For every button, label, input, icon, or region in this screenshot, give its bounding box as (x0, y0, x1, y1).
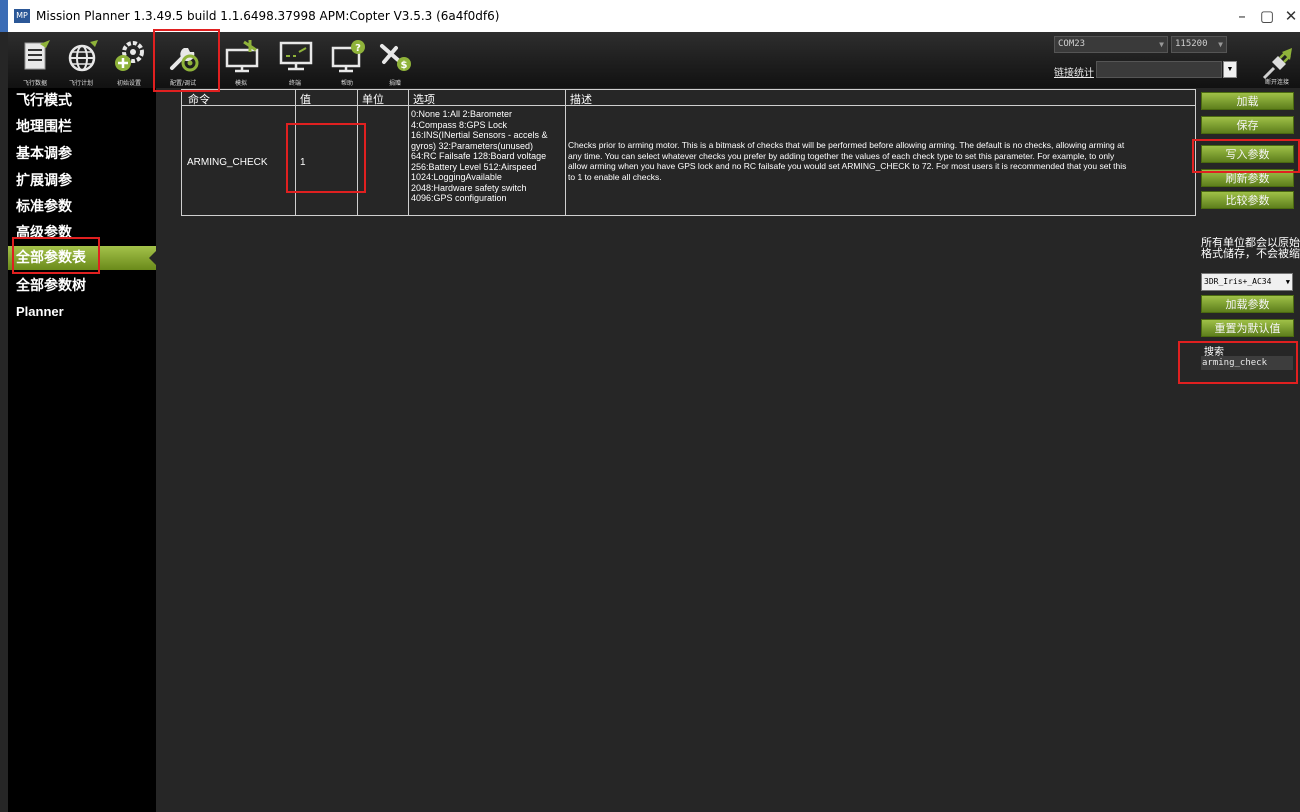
option-line: 2048:Hardware safety switch (411, 182, 527, 193)
chevron-down-icon: ▼ (1218, 40, 1223, 49)
units-note: 所有单位都会以原始 格式储存，不会被缩 (1201, 237, 1300, 259)
flight-data-icon (24, 40, 50, 70)
units-note-line: 格式储存，不会被缩 (1201, 247, 1300, 259)
option-line: gyros) 32:Parameters(unused) (411, 140, 534, 151)
load-params-button[interactable]: 加载参数 (1201, 295, 1294, 313)
baud-value: 115200 (1175, 39, 1208, 49)
connect-label: 断开连接 (1264, 79, 1289, 86)
link-stats-link[interactable]: 链接统计 (1054, 64, 1094, 79)
firmware-select[interactable]: 3DR_Iris+_AC34 ▼ (1201, 273, 1293, 291)
toolbar-label: 飞行数据 (22, 80, 47, 87)
description-line: allow arming when you have GPS lock and … (568, 161, 1127, 171)
toolbar-label: 初始设置 (116, 80, 141, 87)
highlight-value-cell (286, 123, 366, 193)
sidebar-item-extended-tuning[interactable]: 扩展调参 (16, 170, 72, 190)
description-line: to 1 to enable all checks. (568, 171, 662, 182)
cell-description: Checks prior to arming motor. This is a … (568, 140, 1196, 182)
chevron-down-icon: ▼ (1285, 278, 1290, 286)
chevron-down-icon: ▼ (1159, 40, 1164, 49)
toolbar-label: 帮助 (340, 80, 353, 87)
sidebar-item-planner[interactable]: Planner (16, 304, 64, 319)
close-button[interactable]: ✕ (1273, 4, 1300, 28)
toolbar-initial-setup[interactable]: 初始设置 (106, 32, 152, 88)
header-command[interactable]: 命令 (188, 91, 210, 107)
flight-plan-icon (68, 40, 98, 72)
donate-icon: $ (380, 44, 411, 71)
help-icon: ? (331, 40, 365, 73)
toolbar-terminal[interactable]: 终端 (272, 32, 318, 88)
description-line: Checks prior to arming motor. This is a … (568, 140, 1125, 150)
header-unit[interactable]: 单位 (362, 91, 384, 107)
window-title: Mission Planner 1.3.49.5 build 1.1.6498.… (36, 9, 500, 23)
reset-default-button[interactable]: 重置为默认值 (1201, 319, 1294, 337)
option-line: 256:Battery Level 512:Airspeed (411, 161, 537, 172)
toolbar-label: 飞行计划 (68, 80, 93, 87)
option-line: 64:RC Failsafe 128:Board voltage (411, 151, 547, 161)
port-select[interactable]: COM23 ▼ (1054, 36, 1168, 53)
simulation-icon (225, 40, 259, 73)
toolbar-flight-plan[interactable]: 飞行计划 (58, 32, 104, 88)
sidebar-item-full-param-tree[interactable]: 全部参数树 (16, 275, 86, 295)
highlight-write-params (1192, 139, 1300, 173)
highlight-config-tuning (153, 29, 220, 92)
app-icon: MP (14, 9, 30, 23)
svg-text:$: $ (401, 60, 408, 71)
sidebar-item-flight-modes[interactable]: 飞行模式 (16, 90, 72, 110)
header-options[interactable]: 选项 (413, 91, 435, 107)
svg-text:?: ? (355, 43, 361, 54)
load-button[interactable]: 加载 (1201, 92, 1294, 110)
toolbar-simulation[interactable]: 模拟 (218, 32, 264, 88)
compare-params-button[interactable]: 比较参数 (1201, 191, 1294, 209)
highlight-full-param-list (12, 237, 100, 274)
grid-header (182, 90, 1195, 106)
port-value: COM23 (1058, 39, 1086, 49)
option-line: 1024:LoggingAvailable (411, 172, 502, 182)
toolbar-flight-data[interactable]: 飞行数据 (12, 32, 58, 88)
chevron-down-icon[interactable]: ▼ (1223, 61, 1237, 78)
terminal-icon (279, 41, 313, 71)
toolbar-help[interactable]: ? 帮助 (324, 32, 370, 88)
initial-setup-icon (115, 41, 144, 71)
toolbar-label: 捐赠 (388, 80, 401, 87)
toolbar-label: 模拟 (234, 80, 247, 87)
sidebar-item-standard-params[interactable]: 标准参数 (16, 196, 72, 216)
sidebar: 飞行模式 地理围栏 基本调参 扩展调参 标准参数 高级参数 全部参数表 全部参数… (8, 88, 157, 812)
firmware-value: 3DR_Iris+_AC34 (1204, 277, 1272, 286)
baud-select[interactable]: 115200 ▼ (1171, 36, 1227, 53)
sidebar-item-geofence[interactable]: 地理围栏 (16, 116, 72, 136)
toolbar-donate[interactable]: $ 捐赠 (372, 32, 418, 88)
highlight-search (1178, 341, 1298, 384)
option-line: 4096:GPS configuration (411, 193, 507, 203)
title-bar: MP Mission Planner 1.3.49.5 build 1.1.64… (0, 0, 1300, 32)
option-line: 4:Compass 8:GPS Lock (411, 119, 508, 130)
sidebar-item-basic-tuning[interactable]: 基本调参 (16, 143, 72, 163)
toolbar-label: 终端 (288, 80, 301, 87)
description-line: any time. You can select whatever checks… (568, 150, 1115, 161)
option-line: 0:None 1:All 2:Barometer (411, 109, 513, 119)
link-stats-field[interactable] (1096, 61, 1222, 78)
header-description[interactable]: 描述 (570, 91, 592, 107)
option-line: 16:INS(INertial Sensors - accels & (411, 130, 548, 140)
save-button[interactable]: 保存 (1201, 116, 1294, 134)
header-value[interactable]: 值 (300, 91, 311, 107)
cell-command[interactable]: ARMING_CHECK (187, 157, 268, 169)
cell-options: 0:None 1:All 2:Barometer 4:Compass 8:GPS… (411, 109, 563, 204)
